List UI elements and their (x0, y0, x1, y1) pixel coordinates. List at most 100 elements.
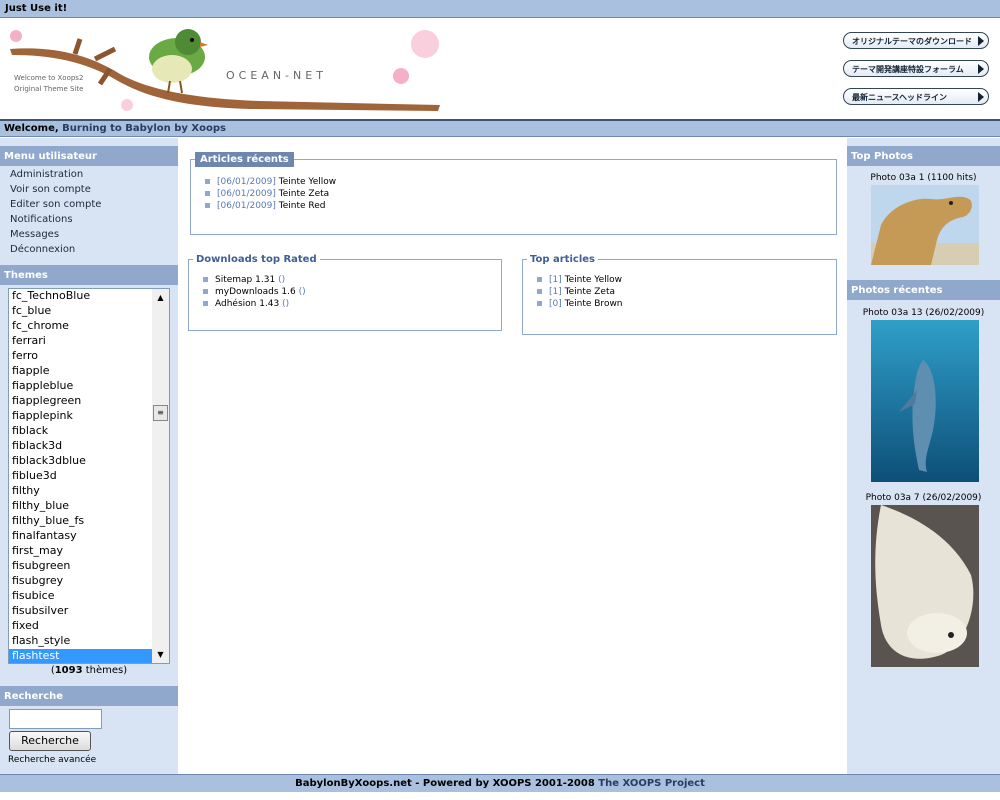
theme-option[interactable]: fiblue3d (9, 469, 152, 484)
download-name[interactable]: myDownloads 1.6 (215, 287, 296, 297)
download-themes-label: オリジナルテーマのダウンロード (852, 37, 972, 46)
list-item: [06/01/2009] Teinte Zeta (205, 189, 836, 201)
top-bar-text: Just Use it! (5, 3, 68, 14)
photo-caption[interactable]: Photo 03a 1 (1100 hits) (847, 173, 1000, 183)
theme-forum-button[interactable]: テーマ開発講座特設フォーラム (843, 60, 989, 77)
article-date[interactable]: [06/01/2009] (217, 177, 276, 187)
theme-option[interactable]: fixed (9, 619, 152, 634)
theme-select-list[interactable]: fc_TechnoBlue fc_blue fc_chrome ferrari ferr… (8, 288, 170, 664)
scroll-up-icon[interactable]: ▲ (153, 290, 168, 305)
top-bar: Just Use it! (0, 0, 1000, 18)
bullet-icon (537, 277, 542, 282)
user-menu-item-messages[interactable]: Messages (10, 229, 101, 244)
list-item: Sitemap 1.31 () (203, 275, 501, 287)
theme-option[interactable]: filthy (9, 484, 152, 499)
article-title[interactable]: Teinte Zeta (565, 287, 615, 297)
top-articles-title: Top articles (530, 254, 595, 265)
theme-option[interactable]: ferro (9, 349, 152, 364)
article-date[interactable]: [06/01/2009] (217, 201, 276, 211)
camel-photo[interactable] (871, 185, 979, 265)
list-item: [0] Teinte Brown (537, 299, 836, 311)
search-input[interactable] (9, 709, 102, 729)
theme-option[interactable]: flashtest (9, 649, 152, 663)
theme-options: fc_TechnoBlue fc_blue fc_chrome ferrari ferr… (9, 289, 152, 663)
theme-option[interactable]: fisubgreen (9, 559, 152, 574)
theme-option[interactable]: fisubsilver (9, 604, 152, 619)
theme-option[interactable]: fiappleblue (9, 379, 152, 394)
download-rating: () (282, 299, 290, 309)
theme-scrollbar[interactable]: ▲ ≡ ▼ (152, 289, 169, 663)
user-menu-item-notifications[interactable]: Notifications (10, 214, 101, 229)
news-headlines-button[interactable]: 最新ニュースヘッドライン (843, 88, 989, 105)
article-hits: [0] (549, 299, 562, 309)
theme-option[interactable]: fiapplepink (9, 409, 152, 424)
dolphin-photo[interactable] (871, 320, 979, 482)
top-articles-block: Top articles [1] Teinte Yellow [1] Teint… (522, 254, 837, 335)
theme-option[interactable]: flash_style (9, 634, 152, 649)
user-menu-item-logout[interactable]: Déconnexion (10, 244, 101, 259)
theme-option[interactable]: fiapple (9, 364, 152, 379)
theme-option[interactable]: fiblack3dblue (9, 454, 152, 469)
theme-option[interactable]: fc_chrome (9, 319, 152, 334)
theme-option[interactable]: fiblack3d (9, 439, 152, 454)
user-menu-item-edit-account[interactable]: Editer son compte (10, 199, 101, 214)
welcome-prefix: Welcome, (4, 123, 63, 134)
themes-title: Themes (0, 265, 178, 285)
download-name[interactable]: Sitemap 1.31 (215, 275, 275, 285)
site-caption: Welcome to Xoops2 Original Theme Site (14, 73, 83, 95)
theme-option[interactable]: filthy_blue (9, 499, 152, 514)
user-menu-item-administration[interactable]: Administration (10, 169, 101, 184)
theme-option[interactable]: fisubgrey (9, 574, 152, 589)
download-rating: () (278, 275, 286, 285)
scroll-down-icon[interactable]: ▼ (153, 647, 168, 662)
site-header: Welcome to Xoops2 Original Theme Site OC… (0, 19, 1000, 119)
download-rating: () (298, 287, 306, 297)
article-hits: [1] (549, 287, 562, 297)
theme-option[interactable]: fisubice (9, 589, 152, 604)
recent-articles-list: [06/01/2009] Teinte Yellow [06/01/2009] … (205, 177, 836, 213)
article-hits: [1] (549, 275, 562, 285)
xoops-project-link[interactable]: The XOOPS Project (598, 778, 705, 789)
theme-count: (1093 thèmes) (0, 665, 178, 676)
article-title[interactable]: Teinte Brown (565, 299, 623, 309)
site-logo: OCEAN-NET (226, 69, 327, 82)
theme-option[interactable]: fiblack (9, 424, 152, 439)
scroll-thumb-icon[interactable]: ≡ (153, 405, 168, 421)
welcome-bar: Welcome, Burning to Babylon by Xoops (0, 119, 1000, 137)
polar-bear-photo[interactable] (871, 505, 979, 667)
main-content: Articles récents [06/01/2009] Teinte Yel… (178, 138, 847, 774)
theme-count-suffix: thèmes) (82, 665, 128, 676)
theme-option[interactable]: fiapplegreen (9, 394, 152, 409)
download-themes-button[interactable]: オリジナルテーマのダウンロード (843, 32, 989, 49)
advanced-search-link[interactable]: Recherche avancée (8, 755, 96, 765)
theme-option[interactable]: ferrari (9, 334, 152, 349)
theme-option[interactable]: first_may (9, 544, 152, 559)
theme-forum-label: テーマ開発講座特設フォーラム (852, 65, 964, 74)
arrow-right-icon (978, 92, 984, 102)
theme-option[interactable]: fc_TechnoBlue (9, 289, 152, 304)
recent-photos-title: Photos récentes (847, 280, 1000, 300)
left-sidebar: Menu utilisateur Administration Voir son… (0, 138, 178, 774)
article-title[interactable]: Teinte Yellow (279, 177, 336, 187)
article-title[interactable]: Teinte Zeta (279, 189, 329, 199)
theme-option[interactable]: finalfantasy (9, 529, 152, 544)
user-menu-item-view-account[interactable]: Voir son compte (10, 184, 101, 199)
downloads-top-rated-block: Downloads top Rated Sitemap 1.31 () myDo… (188, 254, 502, 331)
download-name[interactable]: Adhésion 1.43 (215, 299, 279, 309)
downloads-title: Downloads top Rated (196, 254, 317, 265)
top-articles-list: [1] Teinte Yellow [1] Teinte Zeta [0] Te… (537, 275, 836, 311)
theme-option[interactable]: fc_blue (9, 304, 152, 319)
search-button[interactable]: Recherche (9, 731, 91, 751)
caption-line-1: Welcome to Xoops2 (14, 74, 84, 82)
list-item: [06/01/2009] Teinte Yellow (205, 177, 836, 189)
article-date[interactable]: [06/01/2009] (217, 189, 276, 199)
article-title[interactable]: Teinte Yellow (565, 275, 622, 285)
photo-caption[interactable]: Photo 03a 13 (26/02/2009) (847, 308, 1000, 318)
bullet-icon (203, 301, 208, 306)
list-item: myDownloads 1.6 () (203, 287, 501, 299)
photo-caption[interactable]: Photo 03a 7 (26/02/2009) (847, 493, 1000, 503)
bullet-icon (205, 203, 210, 208)
article-title[interactable]: Teinte Red (279, 201, 326, 211)
theme-option[interactable]: filthy_blue_fs (9, 514, 152, 529)
bullet-icon (203, 277, 208, 282)
